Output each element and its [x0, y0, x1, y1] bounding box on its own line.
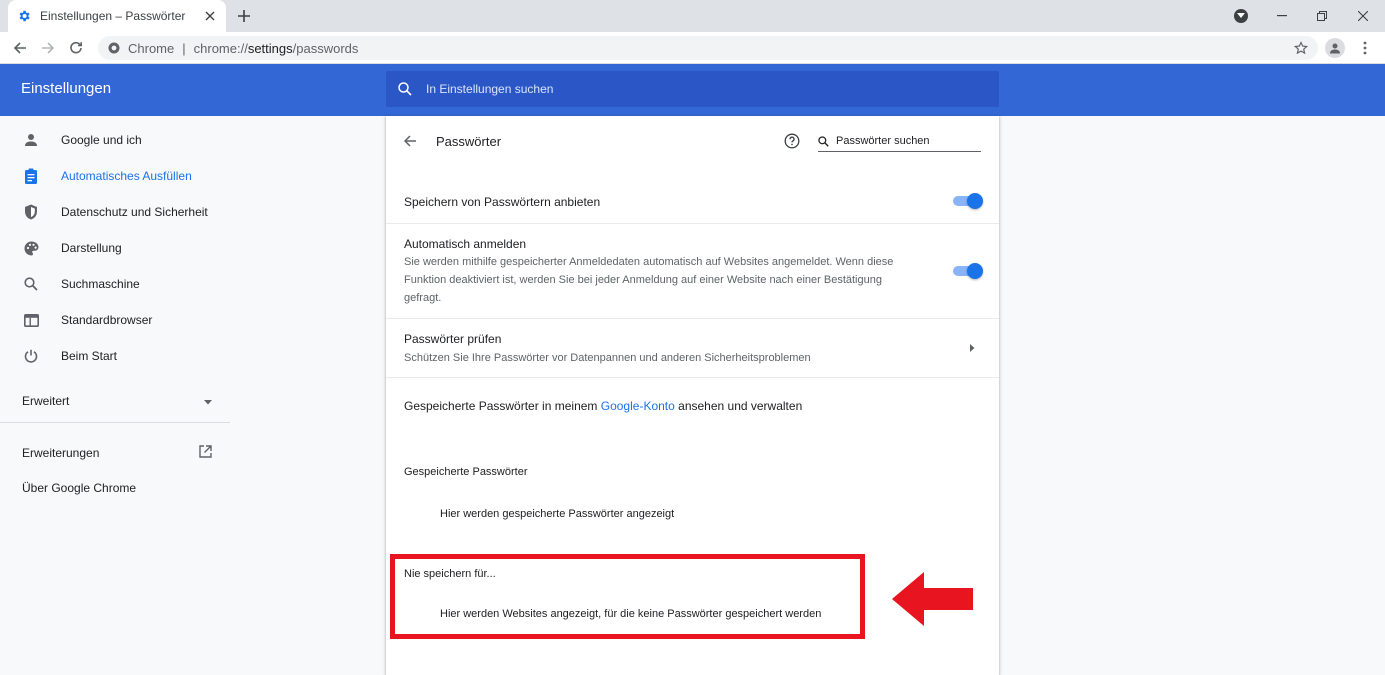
red-arrow-annotation: [892, 572, 973, 626]
auto-signin-description-2: Funktion deaktiviert ist, werden Sie bei…: [404, 274, 882, 286]
toggle-knob: [967, 193, 983, 209]
chrome-icon: [108, 42, 120, 54]
palette-icon: [22, 239, 40, 257]
sidebar-item-google[interactable]: Google und ich: [0, 122, 230, 158]
sidebar-item-autofill[interactable]: Automatisches Ausfüllen: [0, 158, 230, 194]
google-account-row: Gespeicherte Passwörter in meinem Google…: [386, 377, 999, 437]
auto-signin-label: Automatisch anmelden: [404, 237, 527, 251]
new-tab-button[interactable]: [232, 4, 256, 28]
page-title: Einstellungen: [21, 80, 112, 97]
sidebar-item-search-engine[interactable]: Suchmaschine: [0, 266, 230, 302]
url-prefix: chrome://: [193, 40, 248, 56]
person-icon: [22, 131, 40, 149]
browser-tab[interactable]: Einstellungen – Passwörter: [8, 0, 226, 32]
url-scheme-label: Chrome: [128, 40, 175, 56]
close-icon[interactable]: [202, 8, 218, 24]
settings-search-input[interactable]: In Einstellungen suchen: [386, 71, 999, 107]
auto-signin-description-3: gefragt.: [404, 292, 442, 304]
toggle-knob: [967, 263, 983, 279]
offer-save-label: Speichern von Passwörtern anbieten: [404, 195, 601, 209]
sidebar-item-privacy[interactable]: Datenschutz und Sicherheit: [0, 194, 230, 230]
sidebar: Google und ich Automatisches Ausfüllen D…: [0, 116, 230, 675]
search-icon: [818, 134, 832, 148]
sidebar-item-label: Standardbrowser: [61, 313, 153, 327]
minimize-icon[interactable]: [1262, 0, 1302, 32]
chevron-down-icon: [204, 394, 212, 408]
google-account-text-before: Gespeicherte Passwörter in meinem: [404, 399, 601, 413]
card-title: Passwörter: [436, 134, 502, 149]
help-icon[interactable]: [782, 131, 802, 151]
restore-icon[interactable]: [1302, 0, 1342, 32]
search-icon: [398, 81, 414, 97]
sidebar-divider: [0, 422, 230, 423]
avatar[interactable]: [1325, 38, 1345, 58]
sidebar-item-on-startup[interactable]: Beim Start: [0, 338, 230, 374]
window-close-icon[interactable]: [1343, 0, 1383, 32]
check-passwords-row[interactable]: Passwörter prüfen Schützen Sie Ihre Pass…: [386, 318, 999, 377]
open-in-new-icon: [199, 445, 212, 461]
auto-signin-toggle[interactable]: [953, 263, 983, 279]
saved-passwords-heading: Gespeicherte Passwörter: [404, 466, 528, 478]
google-account-text: Gespeicherte Passwörter in meinem Google…: [404, 399, 802, 413]
search-icon: [22, 275, 40, 293]
chevron-right-icon: [967, 343, 977, 353]
sidebar-extensions-label: Erweiterungen: [22, 446, 100, 460]
reload-icon[interactable]: [64, 36, 88, 60]
tab-search-icon[interactable]: [1234, 9, 1248, 23]
sidebar-item-label: Automatisches Ausfüllen: [61, 169, 192, 183]
offer-save-row[interactable]: Speichern von Passwörtern anbieten: [386, 177, 999, 223]
sidebar-advanced[interactable]: Erweitert: [22, 394, 212, 408]
more-vert-icon[interactable]: [1355, 36, 1375, 60]
browser-icon: [22, 311, 40, 329]
auto-signin-row[interactable]: Automatisch anmelden Sie werden mithilfe…: [386, 223, 999, 318]
settings-search-placeholder: In Einstellungen suchen: [426, 82, 554, 96]
card-header: Passwörter Passwörter suchen: [386, 116, 999, 166]
url-path: /passwords: [292, 40, 359, 56]
clipboard-icon: [22, 167, 40, 185]
check-passwords-label: Passwörter prüfen: [404, 332, 502, 346]
gear-icon: [16, 8, 32, 24]
sidebar-item-label: Suchmaschine: [61, 277, 140, 291]
sidebar-extensions[interactable]: Erweiterungen: [22, 445, 212, 461]
google-account-text-after: ansehen und verwalten: [674, 399, 803, 413]
url-separator: |: [182, 40, 186, 56]
sidebar-about[interactable]: Über Google Chrome: [22, 481, 136, 495]
sidebar-item-appearance[interactable]: Darstellung: [0, 230, 230, 266]
back-arrow-icon[interactable]: [400, 131, 420, 151]
auto-signin-description-1: Sie werden mithilfe gespeicherter Anmeld…: [404, 256, 894, 268]
power-icon: [22, 347, 40, 365]
password-search-placeholder: Passwörter suchen: [836, 135, 930, 147]
sidebar-item-label: Beim Start: [61, 349, 118, 363]
sidebar-item-label: Datenschutz und Sicherheit: [61, 205, 208, 219]
url-host: settings: [247, 40, 293, 56]
sidebar-item-label: Darstellung: [61, 241, 122, 255]
google-account-link[interactable]: Google-Konto: [601, 399, 675, 413]
sidebar-item-label: Google und ich: [61, 133, 142, 147]
sidebar-advanced-label: Erweitert: [22, 394, 70, 408]
address-bar[interactable]: Chrome | chrome://settings/passwords: [98, 36, 1318, 60]
back-icon[interactable]: [8, 36, 32, 60]
password-search-input[interactable]: Passwörter suchen: [818, 131, 981, 152]
shield-icon: [22, 203, 40, 221]
browser-toolbar: Chrome | chrome://settings/passwords: [0, 32, 1385, 64]
settings-header: Einstellungen In Einstellungen suchen: [0, 64, 1385, 116]
bookmark-star-icon[interactable]: [1289, 36, 1313, 60]
check-passwords-description: Schützen Sie Ihre Passwörter vor Datenpa…: [404, 352, 811, 364]
saved-passwords-empty: Hier werden gespeicherte Passwörter ange…: [440, 508, 675, 520]
offer-save-toggle[interactable]: [953, 193, 983, 209]
highlight-box: [390, 554, 865, 639]
tab-title: Einstellungen – Passwörter: [40, 9, 186, 23]
sidebar-item-default-browser[interactable]: Standardbrowser: [0, 302, 230, 338]
forward-icon[interactable]: [36, 36, 60, 60]
tab-strip: Einstellungen – Passwörter: [0, 0, 1385, 32]
